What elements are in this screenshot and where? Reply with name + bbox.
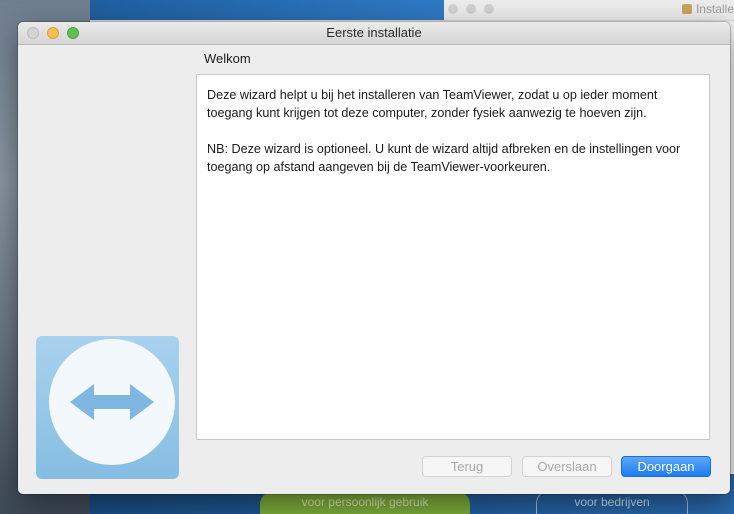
skip-button[interactable]: Overslaan	[522, 456, 612, 477]
background-zoom-icon	[484, 4, 494, 14]
background-installer-label: Installe	[681, 2, 734, 16]
background-minimize-icon	[466, 4, 476, 14]
wizard-content-panel: Deze wizard helpt u bij het installeren …	[196, 74, 710, 440]
intro-paragraph: Deze wizard helpt u bij het installeren …	[207, 88, 658, 120]
back-button[interactable]: Terug	[422, 456, 512, 477]
package-icon	[681, 4, 692, 14]
business-use-button[interactable]: voor bedrijven	[536, 491, 688, 514]
note-paragraph: NB: Deze wizard is optioneel. U kunt de …	[207, 142, 681, 174]
background-titlebar: Installe	[90, 0, 734, 21]
background-banner	[90, 0, 444, 20]
titlebar: Eerste installatie	[18, 22, 730, 45]
setup-dialog: Eerste installatie Welkom Deze wizard he…	[18, 22, 730, 494]
section-title: Welkom	[204, 51, 251, 66]
teamviewer-logo-icon	[36, 336, 179, 479]
continue-button[interactable]: Doorgaan	[621, 456, 711, 477]
window-title: Eerste installatie	[326, 25, 422, 40]
background-close-icon	[448, 4, 458, 14]
personal-use-button[interactable]: voor persoonlijk gebruik	[260, 492, 470, 514]
